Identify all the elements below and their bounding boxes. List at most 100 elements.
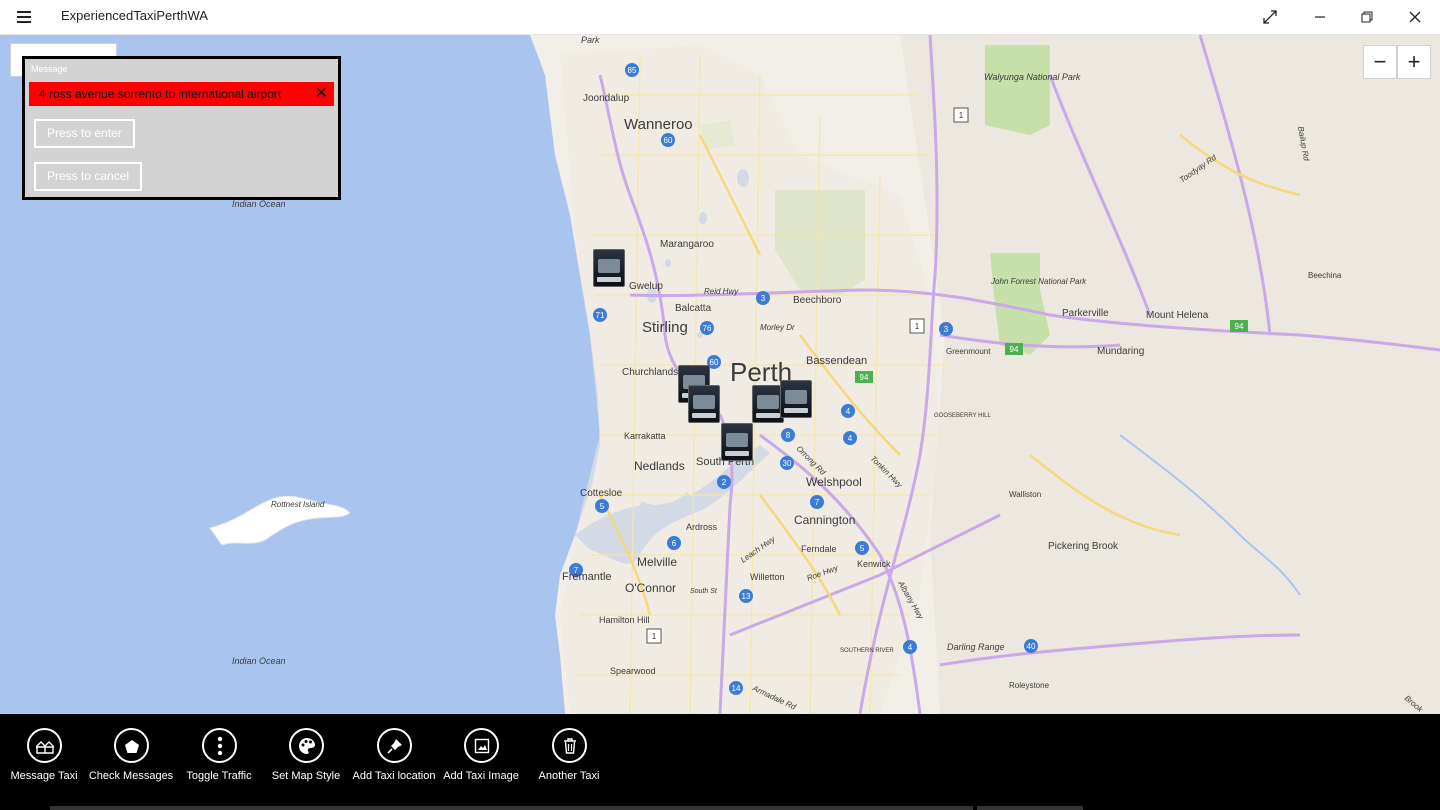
map-label: Rottnest Island: [271, 500, 325, 509]
message-taxi-button[interactable]: Message Taxi: [0, 714, 88, 810]
message-dialog: Message 4 ross avenue sorrento to intern…: [22, 56, 341, 200]
message-text: 4 ross avenue sorrento to international …: [39, 87, 282, 101]
map-label: O'Connor: [625, 581, 676, 595]
map-label: Park: [581, 35, 600, 45]
svg-text:60: 60: [664, 136, 673, 145]
map-label: Bassendean: [806, 355, 867, 367]
app-bar-label: Toggle Traffic: [186, 770, 252, 782]
svg-text:5: 5: [600, 502, 605, 511]
clear-icon[interactable]: ✕: [315, 82, 328, 106]
map-label: Reid Hwy: [704, 287, 739, 296]
home-icon: [114, 728, 149, 763]
svg-text:3: 3: [761, 294, 766, 303]
map-label: John Forrest National Park: [990, 277, 1087, 286]
svg-text:1: 1: [959, 111, 964, 120]
scroll-hint: [977, 806, 1083, 810]
enter-button[interactable]: Press to enter: [34, 119, 135, 148]
map-label: Roleystone: [1009, 681, 1050, 690]
svg-text:14: 14: [732, 684, 741, 693]
app-bar-label: Add Taxi location: [352, 770, 436, 782]
minimize-icon[interactable]: [1297, 0, 1343, 34]
map-label: South St: [690, 588, 718, 595]
title-bar: ExperiencedTaxiPerthWA: [0, 0, 1440, 35]
set-map-style-button[interactable]: Set Map Style: [262, 714, 350, 810]
more-vertical-icon: [202, 728, 237, 763]
fullscreen-icon[interactable]: [1247, 0, 1293, 34]
svg-text:4: 4: [908, 643, 913, 652]
taxi-marker[interactable]: [780, 380, 812, 418]
map-label: Fremantle: [562, 571, 612, 583]
map-label: Walliston: [1009, 490, 1041, 499]
svg-text:1: 1: [915, 322, 920, 331]
restore-icon[interactable]: [1344, 0, 1390, 34]
map-label: Mount Helena: [1146, 310, 1209, 321]
svg-text:5: 5: [860, 544, 865, 553]
map-label: Wanneroo: [624, 116, 693, 133]
map-label: Pickering Brook: [1048, 541, 1119, 552]
app-bar-label: Add Taxi Image: [443, 770, 519, 782]
svg-text:85: 85: [628, 66, 637, 75]
svg-text:94: 94: [1235, 322, 1244, 331]
map-label: Marangaroo: [660, 239, 714, 250]
map-label: Nedlands: [634, 459, 685, 473]
svg-text:3: 3: [944, 325, 949, 334]
map-label: Melville: [637, 555, 677, 569]
map-label: Hamilton Hill: [599, 615, 650, 625]
map-label: Ardross: [686, 522, 718, 532]
map-label: Joondalup: [583, 93, 630, 104]
trash-icon: [552, 728, 587, 763]
taxi-marker[interactable]: [721, 423, 753, 461]
svg-text:7: 7: [815, 498, 820, 507]
app-bar-label: Another Taxi: [538, 770, 600, 782]
app-bar: Message Taxi Check Messages Toggle Traff…: [0, 714, 1440, 810]
taxi-marker[interactable]: [593, 249, 625, 287]
map-label: Ferndale: [801, 544, 837, 554]
add-taxi-location-button[interactable]: Add Taxi location: [350, 714, 438, 810]
svg-text:71: 71: [596, 311, 605, 320]
svg-text:1: 1: [652, 632, 657, 641]
add-taxi-image-button[interactable]: Add Taxi Image: [437, 714, 525, 810]
map-label: Darling Range: [947, 642, 1005, 652]
close-icon[interactable]: [1392, 0, 1438, 34]
scroll-hint: [50, 806, 973, 810]
zoom-in-button[interactable]: +: [1397, 45, 1431, 79]
map-label: Mundaring: [1097, 346, 1144, 357]
map-label: Greenmount: [946, 347, 991, 356]
map-label: Kenwick: [857, 559, 891, 569]
svg-text:40: 40: [1027, 642, 1036, 651]
pin-icon: [377, 728, 412, 763]
map-label: GOOSEBERRY HILL: [934, 413, 991, 419]
svg-text:94: 94: [1010, 345, 1019, 354]
map-label: Stirling: [642, 319, 688, 336]
map-label: Churchlands: [622, 367, 678, 378]
svg-text:13: 13: [742, 592, 751, 601]
app-bar-label: Set Map Style: [271, 770, 341, 782]
map-label: SOUTHERN RIVER: [840, 648, 894, 654]
check-messages-button[interactable]: Check Messages: [87, 714, 175, 810]
svg-text:4: 4: [848, 434, 853, 443]
map-label: Parkerville: [1062, 308, 1109, 319]
taxi-marker[interactable]: [688, 385, 720, 423]
message-taxi-icon: [27, 728, 62, 763]
toggle-traffic-button[interactable]: Toggle Traffic: [175, 714, 263, 810]
map-label: Walyunga National Park: [984, 72, 1081, 82]
map-label: Balcatta: [675, 303, 712, 314]
zoom-out-button[interactable]: −: [1363, 45, 1397, 79]
cancel-button[interactable]: Press to cancel: [34, 162, 143, 191]
map-label: Spearwood: [610, 666, 656, 676]
map-label: Cottesloe: [580, 488, 623, 499]
svg-text:76: 76: [703, 324, 712, 333]
app-title: ExperiencedTaxiPerthWA: [61, 8, 208, 23]
another-taxi-button[interactable]: Another Taxi: [525, 714, 613, 810]
svg-text:6: 6: [672, 539, 677, 548]
svg-text:60: 60: [710, 358, 719, 367]
svg-text:94: 94: [860, 373, 869, 382]
hamburger-icon[interactable]: [10, 6, 38, 28]
message-input[interactable]: 4 ross avenue sorrento to international …: [29, 82, 334, 106]
map-label: Beechina: [1308, 271, 1342, 280]
svg-text:2: 2: [722, 478, 727, 487]
map-label: Welshpool: [806, 475, 862, 489]
map-label: Gwelup: [629, 281, 663, 292]
svg-text:30: 30: [783, 459, 792, 468]
image-icon: [464, 728, 499, 763]
